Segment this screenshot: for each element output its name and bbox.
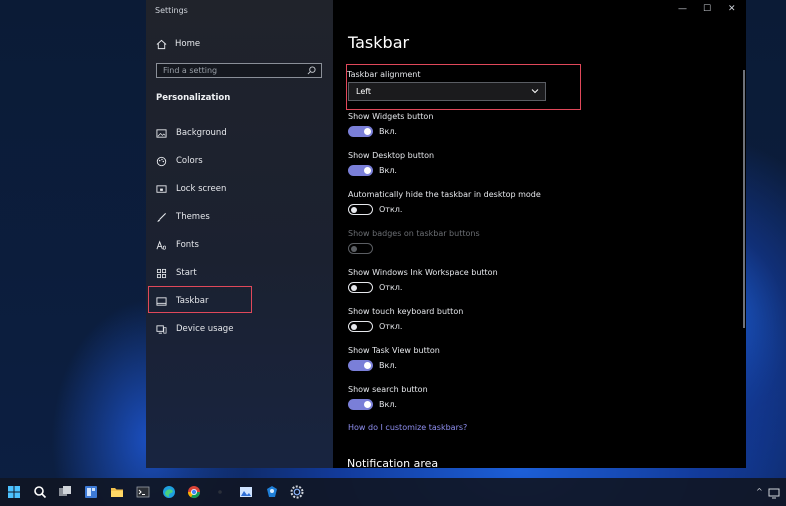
lock-screen-icon <box>156 184 167 193</box>
alignment-value: Left <box>356 87 372 96</box>
minimize-button[interactable]: — <box>678 4 687 14</box>
home-label: Home <box>175 39 201 49</box>
content-pane: — ☐ ✕ Taskbar Taskbar alignment Left Sho… <box>334 0 746 468</box>
setting-search-button: Show search button Вкл. <box>348 385 428 410</box>
taskbar-icon <box>156 296 167 306</box>
sidebar: Settings Home Find a setting Personaliza… <box>146 0 333 468</box>
start-grid-icon <box>156 268 167 278</box>
toggle-state: Вкл. <box>379 166 397 175</box>
sidebar-item-fonts[interactable]: Fonts <box>156 238 199 252</box>
alignment-dropdown[interactable]: Left <box>348 82 546 101</box>
file-explorer-icon[interactable] <box>110 485 124 499</box>
sidebar-item-device-usage[interactable]: Device usage <box>156 322 233 336</box>
photos-icon[interactable] <box>239 485 253 499</box>
toggle-state: Вкл. <box>379 361 397 370</box>
sidebar-item-label: Start <box>176 268 197 278</box>
toggle-state: Вкл. <box>379 127 397 136</box>
setting-label: Show Desktop button <box>348 151 435 160</box>
setting-task-view: Show Task View button Вкл. <box>348 346 440 371</box>
sidebar-item-label: Lock screen <box>176 184 227 194</box>
brush-icon <box>157 212 167 222</box>
device-usage-icon <box>156 324 167 334</box>
terminal-icon[interactable] <box>136 485 150 499</box>
settings-icon[interactable] <box>290 485 304 499</box>
chevron-down-icon <box>531 89 539 94</box>
search-input[interactable]: Find a setting <box>156 63 322 78</box>
help-link[interactable]: How do I customize taskbars? <box>348 423 467 432</box>
widgets-icon[interactable] <box>84 485 98 499</box>
sidebar-item-label: Colors <box>176 156 203 166</box>
setting-desktop: Show Desktop button Вкл. <box>348 151 434 176</box>
maximize-button[interactable]: ☐ <box>703 4 711 14</box>
autohide-toggle[interactable] <box>348 204 373 215</box>
sidebar-item-lock-screen[interactable]: Lock screen <box>156 182 226 196</box>
setting-widgets: Show Widgets button Вкл. <box>348 112 433 137</box>
tray-chevron-icon[interactable]: ^ <box>756 487 763 496</box>
desktop-toggle[interactable] <box>348 165 373 176</box>
settings-window: Settings Home Find a setting Personaliza… <box>146 0 746 468</box>
start-icon[interactable] <box>7 485 21 499</box>
section-title: Personalization <box>156 93 231 103</box>
window-title: Settings <box>155 6 188 15</box>
setting-label: Automatically hide the taskbar in deskto… <box>348 190 541 199</box>
close-button[interactable]: ✕ <box>728 4 736 14</box>
setting-label: Show Windows Ink Workspace button <box>348 268 498 277</box>
search-icon[interactable] <box>33 485 47 499</box>
scrollbar[interactable] <box>743 70 745 328</box>
sidebar-item-label: Background <box>176 128 227 138</box>
teams-icon[interactable] <box>265 485 279 499</box>
touch-keyboard-toggle[interactable] <box>348 321 373 332</box>
page-title: Taskbar <box>348 33 410 52</box>
sidebar-item-taskbar[interactable]: Taskbar <box>156 294 208 308</box>
chrome-icon[interactable] <box>187 485 201 499</box>
setting-label: Show Widgets button <box>348 112 434 121</box>
network-icon[interactable] <box>768 487 780 499</box>
task-view-icon[interactable] <box>58 485 72 499</box>
task-view-toggle[interactable] <box>348 360 373 371</box>
sidebar-item-label: Device usage <box>176 324 234 334</box>
setting-label: Show Task View button <box>348 346 440 355</box>
sidebar-item-label: Fonts <box>176 240 199 250</box>
search-placeholder: Find a setting <box>163 66 218 75</box>
toggle-state: Откл. <box>379 283 403 292</box>
search-icon[interactable] <box>307 66 316 75</box>
toggle-state: Откл. <box>379 322 403 331</box>
setting-badges: Show badges on taskbar buttons <box>348 229 480 254</box>
setting-label: Show touch keyboard button <box>348 307 464 316</box>
setting-label: Show search button <box>348 385 428 394</box>
notification-area-heading: Notification area <box>347 457 439 468</box>
sidebar-item-label: Themes <box>176 212 210 222</box>
font-icon <box>156 240 166 250</box>
image-icon <box>156 128 167 138</box>
toggle-state: Вкл. <box>379 400 397 409</box>
setting-touch-keyboard: Show touch keyboard button Откл. <box>348 307 463 332</box>
ink-workspace-toggle[interactable] <box>348 282 373 293</box>
badges-toggle <box>348 243 373 254</box>
setting-autohide: Automatically hide the taskbar in deskto… <box>348 190 541 215</box>
sidebar-item-colors[interactable]: Colors <box>156 154 203 168</box>
sidebar-item-themes[interactable]: Themes <box>156 210 210 224</box>
app-icon[interactable] <box>213 485 227 499</box>
home-icon <box>156 39 167 49</box>
sidebar-item-label: Taskbar <box>176 296 209 306</box>
edge-icon[interactable] <box>162 485 176 499</box>
widgets-toggle[interactable] <box>348 126 373 137</box>
alignment-label: Taskbar alignment <box>347 70 421 79</box>
search-button-toggle[interactable] <box>348 399 373 410</box>
toggle-state: Откл. <box>379 205 403 214</box>
sidebar-item-start[interactable]: Start <box>156 266 197 280</box>
home-nav-item[interactable]: Home <box>156 37 200 51</box>
setting-label: Show badges on taskbar buttons <box>348 229 480 238</box>
palette-icon <box>156 156 167 166</box>
sidebar-item-background[interactable]: Background <box>156 126 227 140</box>
setting-ink-workspace: Show Windows Ink Workspace button Откл. <box>348 268 498 293</box>
